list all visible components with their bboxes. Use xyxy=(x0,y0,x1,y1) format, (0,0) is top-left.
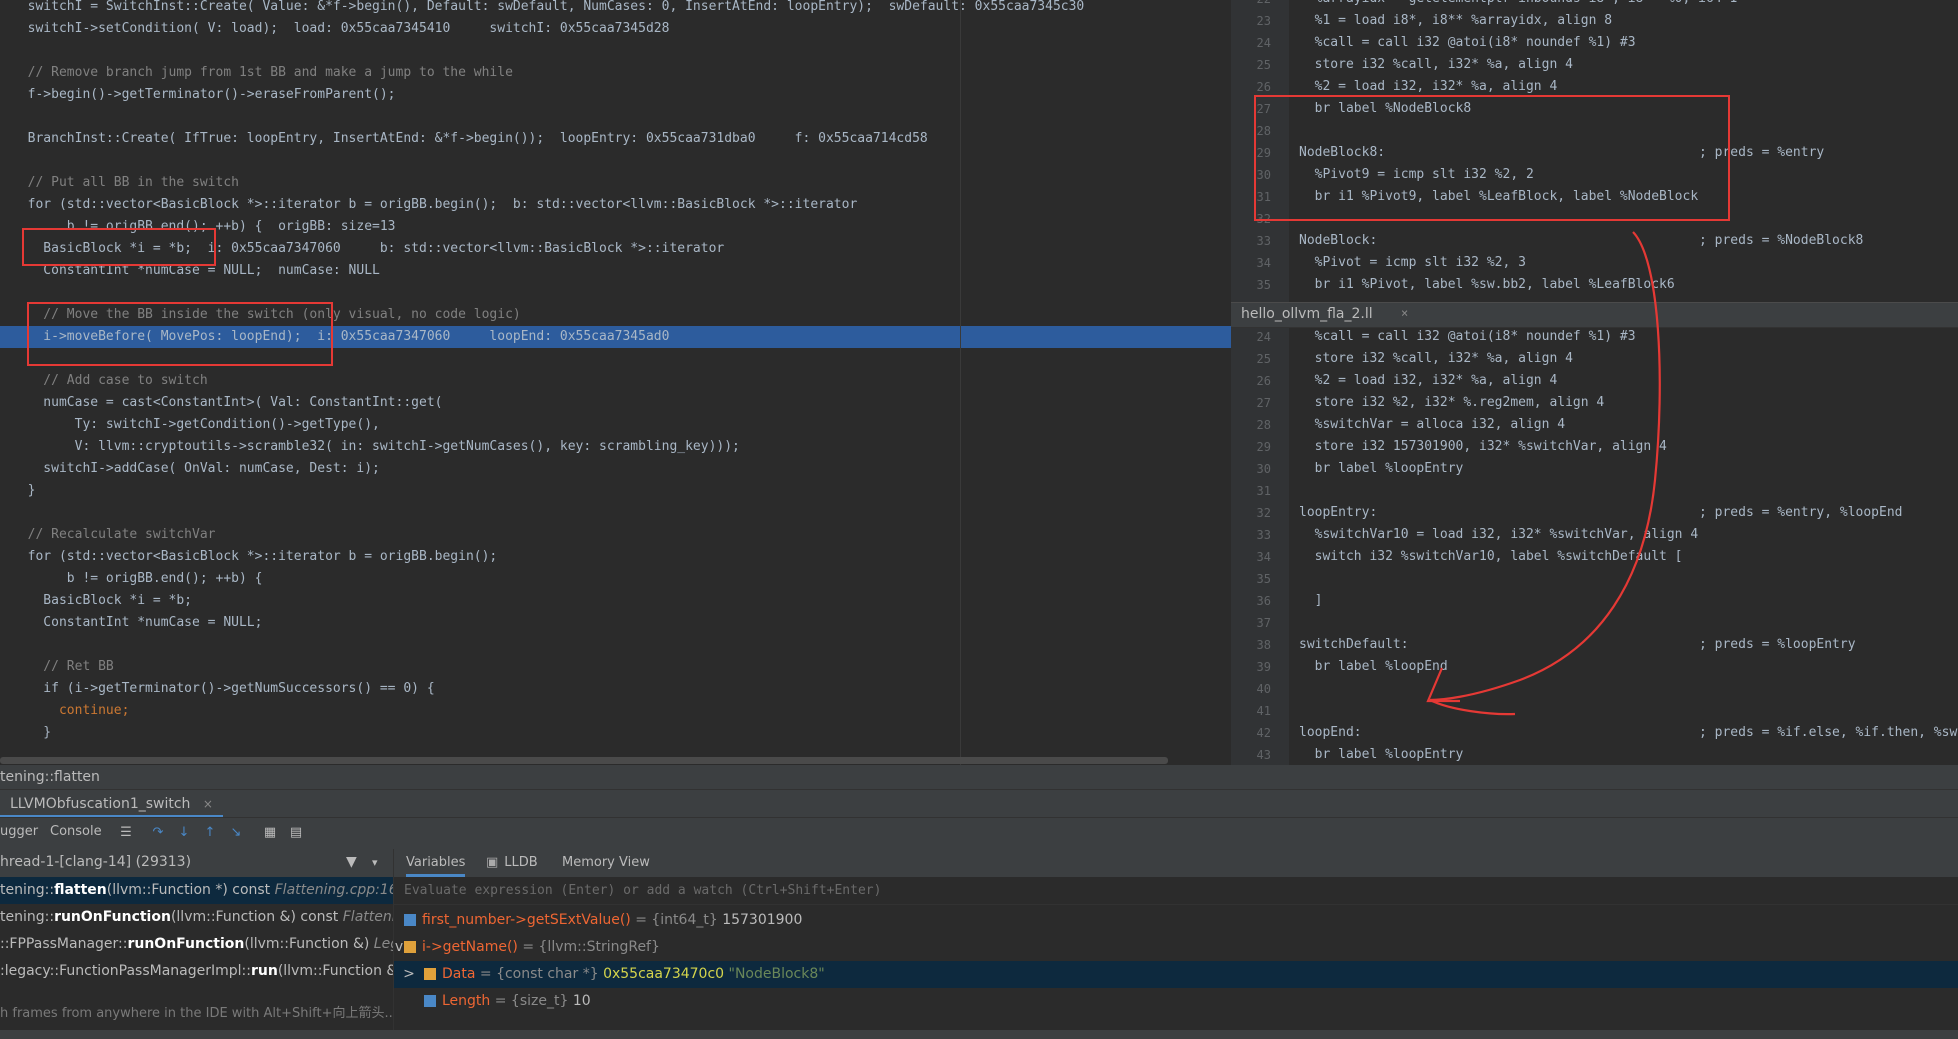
breadcrumb[interactable]: tening::flatten xyxy=(0,765,1958,789)
frame-scope: tening:: xyxy=(0,882,55,898)
primitive-field-icon xyxy=(404,914,416,926)
object-field-icon xyxy=(404,941,416,953)
debugger-tab[interactable]: ugger xyxy=(0,824,38,839)
tab-lldb[interactable]: ▣ LLDB xyxy=(486,849,538,877)
step-over-icon[interactable]: ↷ xyxy=(150,825,166,841)
primitive-field-icon xyxy=(424,995,436,1007)
variable-name: first_number->getSExtValue() xyxy=(422,912,631,928)
variable-name: i->getName() xyxy=(422,939,518,955)
frame-signature: (llvm::Function & xyxy=(277,963,393,979)
variable-name: Length xyxy=(442,993,491,1009)
object-field-icon xyxy=(424,968,436,980)
variable-type: = {const char *} xyxy=(475,966,604,982)
variables-tabs: Variables ▣ LLDB Memory View xyxy=(394,849,1958,877)
frame-signature: (llvm::Function &) xyxy=(244,936,374,952)
stack-frame[interactable]: :legacy::FunctionPassManagerImpl::run(ll… xyxy=(0,958,393,985)
tab-variables[interactable]: Variables xyxy=(406,849,466,877)
thread-label[interactable]: hread-1-[clang-14] (29313) xyxy=(0,854,191,870)
variables-panel: Variables ▣ LLDB Memory View Evaluate exp… xyxy=(394,849,1958,1039)
variable-value: 157301900 xyxy=(722,912,803,928)
frame-function: runOnFunction xyxy=(54,909,171,925)
close-session-icon[interactable]: × xyxy=(203,797,213,811)
table-view-icon[interactable]: ▦ xyxy=(262,825,278,841)
console-tab[interactable]: Console xyxy=(50,824,102,839)
layout-icon[interactable]: ▤ xyxy=(288,825,304,841)
status-bar xyxy=(0,1030,1958,1039)
tab-memory-view[interactable]: Memory View xyxy=(562,849,650,877)
list-menu-icon[interactable]: ☰ xyxy=(118,825,134,841)
frame-file: Flattening.cpp:165 xyxy=(274,882,393,898)
frame-function: flatten xyxy=(54,882,107,898)
stack-frame[interactable]: tening::runOnFunction(llvm::Function &) … xyxy=(0,904,393,931)
variable-type: = {size_t} xyxy=(490,993,573,1009)
evaluate-expression-input[interactable]: Evaluate expression (Enter) or add a wat… xyxy=(394,877,1958,905)
thread-selector[interactable]: hread-1-[clang-14] (29313) ▼ ▾ xyxy=(0,849,393,877)
stack-frame[interactable]: ::FPPassManager::runOnFunction(llvm::Fun… xyxy=(0,931,393,958)
session-tab-label[interactable]: LLVMObfuscation1_switch xyxy=(10,796,190,812)
frame-scope: :legacy::FunctionPassManagerImpl:: xyxy=(0,963,251,979)
variable-type: = {int64_t} xyxy=(630,912,723,928)
frame-function: run xyxy=(250,963,278,979)
debug-toolbar: ugger Console ☰ ↷ ↓ ↑ ↘ ▦ ▤ xyxy=(0,817,1958,850)
step-into-icon[interactable]: ↓ xyxy=(176,825,192,841)
chevron-down-icon[interactable]: ▾ xyxy=(372,849,378,876)
tab-lldb-label[interactable]: LLDB xyxy=(504,855,537,870)
variable-row[interactable]: first_number->getSExtValue() = {int64_t}… xyxy=(394,907,1958,934)
frames-hint: h frames from anywhere in the IDE with A… xyxy=(0,1003,393,1025)
collapsed-chevron-icon[interactable]: > xyxy=(394,961,424,988)
step-out-icon[interactable]: ↑ xyxy=(202,825,218,841)
stack-frame[interactable]: tening::flatten(llvm::Function *) const … xyxy=(0,877,393,904)
variable-type: = {llvm::StringRef} xyxy=(517,939,660,955)
frame-file: Lega xyxy=(373,936,393,952)
variable-row[interactable]: v i->getName() = {llvm::StringRef} xyxy=(394,934,1958,961)
breadcrumb-text[interactable]: tening::flatten xyxy=(0,769,100,785)
frame-signature: (llvm::Function *) const xyxy=(106,882,275,898)
variable-value: "NodeBlock8" xyxy=(728,966,825,982)
frame-function: runOnFunction xyxy=(127,936,245,952)
frame-scope: tening:: xyxy=(0,909,55,925)
debug-session-tabbar: LLVMObfuscation1_switch × xyxy=(0,789,1958,818)
frame-signature: (llvm::Function &) const xyxy=(170,909,343,925)
debug-panel: tening::flatten LLVMObfuscation1_switch … xyxy=(0,765,1958,1039)
expanded-chevron-icon[interactable]: v xyxy=(394,934,404,961)
variable-row[interactable]: Length = {size_t} 10 xyxy=(394,988,1958,1015)
frame-file: Flattening xyxy=(342,909,393,925)
debug-session-tab[interactable]: LLVMObfuscation1_switch × xyxy=(0,790,223,818)
frame-scope: ::FPPassManager:: xyxy=(0,936,128,952)
lldb-icon: ▣ xyxy=(486,855,499,870)
variable-value: 10 xyxy=(572,993,591,1009)
run-to-cursor-icon[interactable]: ↘ xyxy=(228,825,244,841)
variable-address: 0x55caa73470c0 xyxy=(603,966,729,982)
annotation-arrow-head xyxy=(1426,667,1460,703)
filter-icon[interactable]: ▼ xyxy=(346,849,357,876)
variable-row[interactable]: > Data = {const char *} 0x55caa73470c0 "N… xyxy=(394,961,1958,988)
annotation-arrow-path xyxy=(1429,231,1661,716)
variable-name: Data xyxy=(442,966,476,982)
